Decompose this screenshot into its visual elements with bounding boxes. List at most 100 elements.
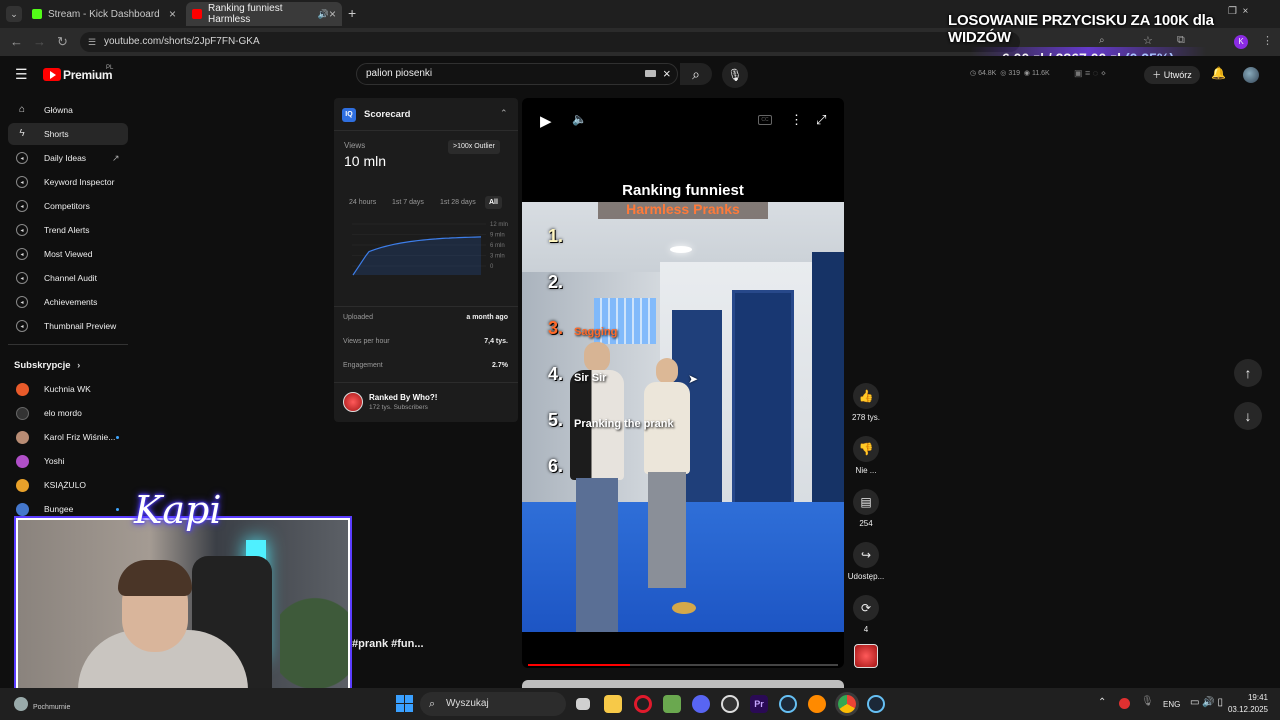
search-button[interactable]: ⌕ bbox=[680, 63, 712, 85]
subscription-item[interactable]: KSIĄŻULO bbox=[8, 474, 128, 496]
clock-date[interactable]: 03.12.2025 bbox=[1220, 705, 1268, 714]
subscription-item[interactable]: elo mordo bbox=[8, 402, 128, 424]
subscription-item[interactable]: Bungee bbox=[8, 498, 128, 520]
next-short-button[interactable]: ↓ bbox=[1234, 402, 1262, 430]
network-volume-battery-icons[interactable]: ▭ 🔊 ▯ bbox=[1190, 697, 1223, 708]
tab-title: Ranking funniest Harmless bbox=[208, 3, 283, 25]
dislike-button[interactable]: 👎 Nie ... bbox=[846, 436, 886, 475]
subscriptions-heading[interactable]: Subskrypcje › bbox=[14, 360, 80, 371]
progress-track[interactable] bbox=[528, 664, 838, 666]
range-tab-28d[interactable]: 1st 28 days bbox=[440, 199, 476, 206]
tray-chevron-icon[interactable]: ⌃ bbox=[1098, 697, 1106, 708]
play-icon[interactable]: ▶ bbox=[540, 112, 552, 130]
new-tab-button[interactable]: + bbox=[348, 5, 356, 21]
sidebar-item-shorts[interactable]: ϟ Shorts bbox=[8, 123, 128, 145]
uploaded-label: Uploaded bbox=[343, 314, 373, 321]
forward-arrow-icon[interactable]: → bbox=[33, 34, 46, 49]
obs-icon[interactable] bbox=[721, 695, 739, 713]
opera-icon[interactable] bbox=[634, 695, 652, 713]
tab-youtube-short[interactable]: Ranking funniest Harmless 🔊 × bbox=[186, 2, 342, 26]
language-indicator[interactable]: ENG bbox=[1163, 700, 1180, 709]
search-input[interactable]: palion piosenki × bbox=[356, 63, 678, 85]
video-hashtags[interactable]: #prank #fun... bbox=[352, 638, 424, 650]
close-tab-icon[interactable]: × bbox=[169, 7, 176, 21]
file-explorer-icon[interactable] bbox=[604, 695, 622, 713]
channel-avatar[interactable] bbox=[343, 392, 363, 412]
fullscreen-icon[interactable]: ⤢ bbox=[816, 112, 826, 128]
vidiq-icon: ◂ bbox=[16, 272, 28, 284]
comments-button[interactable]: ▤ 254 bbox=[846, 489, 886, 528]
rank-number: 5. bbox=[548, 410, 564, 430]
webcam-signature: Kapi bbox=[134, 488, 222, 532]
clock-time[interactable]: 19:41 bbox=[1220, 693, 1268, 702]
url-bar[interactable]: ☰ youtube.com/shorts/2JpF7FN-GKA bbox=[80, 32, 1020, 52]
blue-door-3 bbox=[812, 252, 844, 532]
range-tab-24h[interactable]: 24 hours bbox=[349, 199, 376, 206]
remix-button[interactable]: ⟳ 4 bbox=[846, 595, 886, 634]
site-info-icon[interactable]: ☰ bbox=[88, 32, 96, 52]
range-tab-7d[interactable]: 1st 7 days bbox=[392, 199, 424, 206]
close-tab-icon[interactable]: × bbox=[329, 7, 336, 21]
y-tick-label: 3 mln bbox=[490, 254, 505, 260]
previous-short-button[interactable]: ↑ bbox=[1234, 359, 1262, 387]
task-view-icon[interactable] bbox=[576, 698, 590, 710]
taskbar-search[interactable]: ⌕ Wyszukaj bbox=[420, 692, 566, 716]
back-arrow-icon[interactable]: ← bbox=[10, 34, 23, 49]
keyboard-icon[interactable] bbox=[645, 70, 656, 77]
create-button[interactable]: ＋ Utwórz bbox=[1144, 66, 1200, 84]
windows-start-icon[interactable] bbox=[396, 695, 413, 712]
minecraft-icon[interactable] bbox=[663, 695, 681, 713]
vidiq-toolbar-icons[interactable]: ▣ ≡ ◌ ⋄ bbox=[1074, 68, 1106, 79]
subscription-item[interactable]: Karol Friz Wiśnie... bbox=[8, 426, 128, 448]
shorts-player[interactable]: ▶ 🔈 CC ⋮ ⤢ Ranking funniest Harmless Pra… bbox=[522, 98, 844, 668]
more-options-icon[interactable]: ⋮ bbox=[790, 112, 803, 128]
new-content-dot bbox=[116, 508, 119, 511]
steam-icon-2[interactable] bbox=[867, 695, 885, 713]
subscription-item[interactable]: Yoshi bbox=[8, 450, 128, 472]
premiere-icon[interactable]: Pr bbox=[750, 695, 768, 713]
tray-app-icon[interactable] bbox=[1119, 698, 1130, 709]
tray-mic-icon[interactable]: 🎙 bbox=[1141, 696, 1154, 707]
volume-icon[interactable]: 🔈 bbox=[572, 112, 587, 126]
sidebar-item-competitors[interactable]: ◂ Competitors bbox=[8, 195, 128, 217]
collapse-chevron-icon[interactable]: ⌃ bbox=[500, 108, 508, 119]
sidebar-item-daily-ideas[interactable]: ◂ Daily Ideas ↗ bbox=[8, 147, 128, 169]
sidebar-item-keyword-inspector[interactable]: ◂ Keyword Inspector bbox=[8, 171, 128, 193]
subscription-name: KSIĄŻULO bbox=[44, 480, 87, 490]
clear-search-icon[interactable]: × bbox=[663, 64, 671, 84]
channel-name[interactable]: Ranked By Who?! bbox=[369, 393, 437, 402]
steam-icon[interactable] bbox=[779, 695, 797, 713]
sidebar-item-channel-audit[interactable]: ◂ Channel Audit bbox=[8, 267, 128, 289]
sidebar-item-achievements[interactable]: ◂ Achievements bbox=[8, 291, 128, 313]
notifications-bell-icon[interactable]: 🔔 bbox=[1211, 66, 1226, 80]
app-icon[interactable] bbox=[808, 695, 826, 713]
hamburger-menu-icon[interactable]: ☰ bbox=[15, 66, 28, 83]
subscription-item[interactable]: Kuchnia WK bbox=[8, 378, 128, 400]
sidebar-item-trend-alerts[interactable]: ◂ Trend Alerts bbox=[8, 219, 128, 241]
sidebar-item-home[interactable]: ⌂ Główna bbox=[8, 99, 128, 121]
share-button[interactable]: ↪ Udostęp... bbox=[846, 542, 886, 581]
chrome-icon[interactable] bbox=[838, 695, 856, 713]
weather-icon[interactable] bbox=[14, 697, 28, 711]
reload-icon[interactable]: ↻ bbox=[57, 34, 68, 50]
discord-icon[interactable] bbox=[692, 695, 710, 713]
christmas-tree bbox=[280, 550, 348, 702]
remix-icon: ⟳ bbox=[853, 595, 879, 621]
tab-kick-dashboard[interactable]: Stream - Kick Dashboard × bbox=[26, 2, 182, 26]
speaker-icon[interactable]: 🔊 bbox=[318, 9, 329, 20]
person-hair bbox=[118, 560, 192, 596]
url-text: youtube.com/shorts/2JpF7FN-GKA bbox=[104, 36, 260, 47]
stat-clock-icon: ◷ bbox=[970, 70, 977, 77]
sidebar-item-most-viewed[interactable]: ◂ Most Viewed bbox=[8, 243, 128, 265]
like-button[interactable]: 👍 278 tys. bbox=[846, 383, 886, 422]
voice-search-button[interactable]: 🎙 bbox=[722, 62, 748, 88]
channel-avatar bbox=[16, 479, 29, 492]
captions-icon[interactable]: CC bbox=[758, 115, 772, 125]
tab-search-icon[interactable]: ⌄ bbox=[6, 6, 22, 22]
search-icon: ⌕ bbox=[692, 66, 700, 82]
range-tab-all[interactable]: All bbox=[485, 196, 502, 209]
sidebar-item-thumbnail-preview[interactable]: ◂ Thumbnail Preview bbox=[8, 315, 128, 337]
channel-avatar[interactable] bbox=[854, 644, 878, 668]
account-avatar[interactable] bbox=[1243, 67, 1259, 83]
vidiq-icon: ◂ bbox=[16, 176, 28, 188]
